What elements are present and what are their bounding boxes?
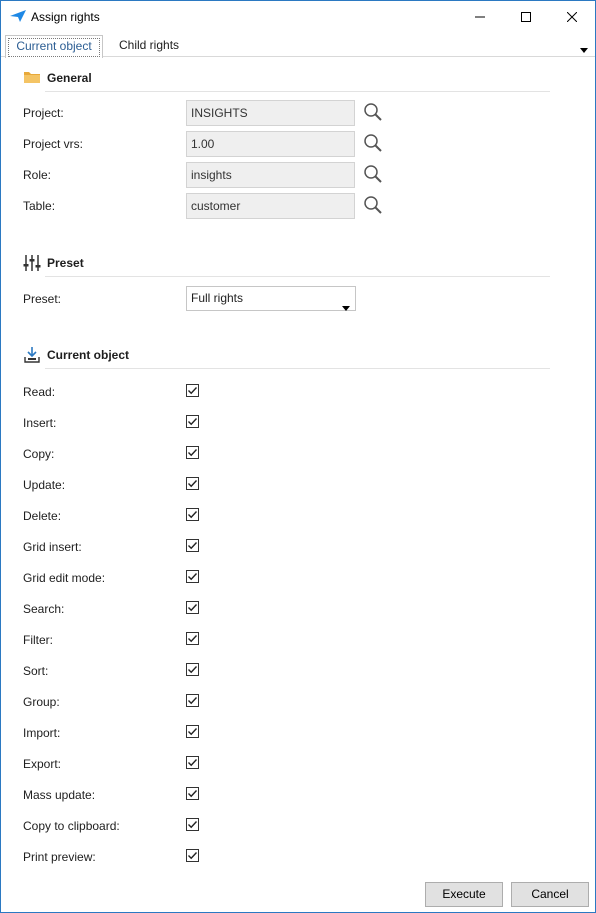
checkmark-icon [188, 759, 198, 767]
maximize-button[interactable] [503, 1, 549, 32]
right-label: Delete: [23, 509, 62, 523]
right-checkbox[interactable] [186, 570, 199, 583]
checkmark-icon [188, 604, 198, 612]
title-bar: Assign rights [1, 1, 595, 32]
section-general: General [23, 69, 550, 92]
right-checkbox[interactable] [186, 632, 199, 645]
right-checkbox[interactable] [186, 818, 199, 831]
right-label: Filter: [23, 633, 53, 647]
right-label: Grid edit mode: [23, 571, 106, 585]
project-vrs-field[interactable]: 1.00 [186, 131, 355, 157]
right-checkbox[interactable] [186, 539, 199, 552]
right-checkbox[interactable] [186, 384, 199, 397]
preset-select-value: Full rights [191, 291, 244, 305]
checkmark-icon [188, 697, 198, 705]
right-label: Read: [23, 385, 56, 399]
checkmark-icon [188, 511, 198, 519]
download-tray-icon [23, 346, 41, 364]
right-label: Print preview: [23, 850, 96, 864]
checkmark-icon [188, 542, 198, 550]
cancel-button[interactable]: Cancel [511, 882, 589, 907]
chevron-down-icon [342, 296, 350, 311]
right-checkbox[interactable] [186, 725, 199, 738]
right-label: Copy to clipboard: [23, 819, 120, 833]
execute-button[interactable]: Execute [425, 882, 503, 907]
checkmark-icon [188, 635, 198, 643]
section-divider [45, 91, 550, 92]
right-checkbox[interactable] [186, 694, 199, 707]
right-label: Search: [23, 602, 65, 616]
right-checkbox[interactable] [186, 787, 199, 800]
search-icon[interactable] [363, 102, 383, 122]
project-label: Project: [23, 106, 64, 120]
window-title: Assign rights [31, 10, 100, 24]
right-checkbox[interactable] [186, 663, 199, 676]
tab-overflow-dropdown-icon[interactable] [579, 44, 589, 53]
checkmark-icon [188, 449, 198, 457]
right-checkbox[interactable] [186, 849, 199, 862]
right-checkbox[interactable] [186, 756, 199, 769]
right-label: Import: [23, 726, 61, 740]
sliders-icon [23, 254, 41, 272]
checkmark-icon [188, 852, 198, 860]
checkmark-icon [188, 821, 198, 829]
section-current-object: Current object [23, 346, 550, 369]
paper-plane-icon [10, 10, 26, 22]
section-divider [45, 368, 550, 369]
section-preset: Preset [23, 254, 550, 277]
right-label: Grid insert: [23, 540, 82, 554]
role-label: Role: [23, 168, 52, 182]
right-label: Insert: [23, 416, 57, 430]
checkmark-icon [188, 418, 198, 426]
minimize-icon [475, 16, 485, 17]
project-vrs-label: Project vrs: [23, 137, 84, 151]
preset-select[interactable]: Full rights [186, 286, 356, 311]
right-checkbox[interactable] [186, 477, 199, 490]
right-checkbox[interactable] [186, 446, 199, 459]
tab-current-object[interactable]: Current object [5, 35, 103, 58]
tab-strip: Current object Child rights [1, 32, 595, 58]
section-title: General [47, 71, 92, 85]
right-checkbox[interactable] [186, 415, 199, 428]
search-icon[interactable] [363, 164, 383, 184]
right-label: Group: [23, 695, 60, 709]
minimize-button[interactable] [457, 1, 503, 32]
right-checkbox[interactable] [186, 508, 199, 521]
right-label: Export: [23, 757, 62, 771]
project-field[interactable]: INSIGHTS [186, 100, 355, 126]
right-checkbox[interactable] [186, 601, 199, 614]
table-field[interactable]: customer [186, 193, 355, 219]
tab-child-rights[interactable]: Child rights [111, 35, 187, 57]
checkmark-icon [188, 573, 198, 581]
section-title: Preset [47, 256, 84, 270]
checkmark-icon [188, 666, 198, 674]
search-icon[interactable] [363, 133, 383, 153]
maximize-icon [521, 11, 531, 22]
section-divider [45, 276, 550, 277]
section-title: Current object [47, 348, 130, 362]
role-field[interactable]: insights [186, 162, 355, 188]
checkmark-icon [188, 387, 198, 395]
checkmark-icon [188, 790, 198, 798]
close-button[interactable] [549, 1, 595, 32]
close-icon [567, 11, 577, 22]
right-label: Update: [23, 478, 66, 492]
preset-label: Preset: [23, 292, 62, 306]
table-label: Table: [23, 199, 56, 213]
right-label: Copy: [23, 447, 55, 461]
assign-rights-window: Assign rights Current object Child right… [0, 0, 596, 913]
checkmark-icon [188, 480, 198, 488]
checkmark-icon [188, 728, 198, 736]
folder-icon [23, 69, 41, 87]
right-label: Sort: [23, 664, 49, 678]
search-icon[interactable] [363, 195, 383, 215]
right-label: Mass update: [23, 788, 96, 802]
